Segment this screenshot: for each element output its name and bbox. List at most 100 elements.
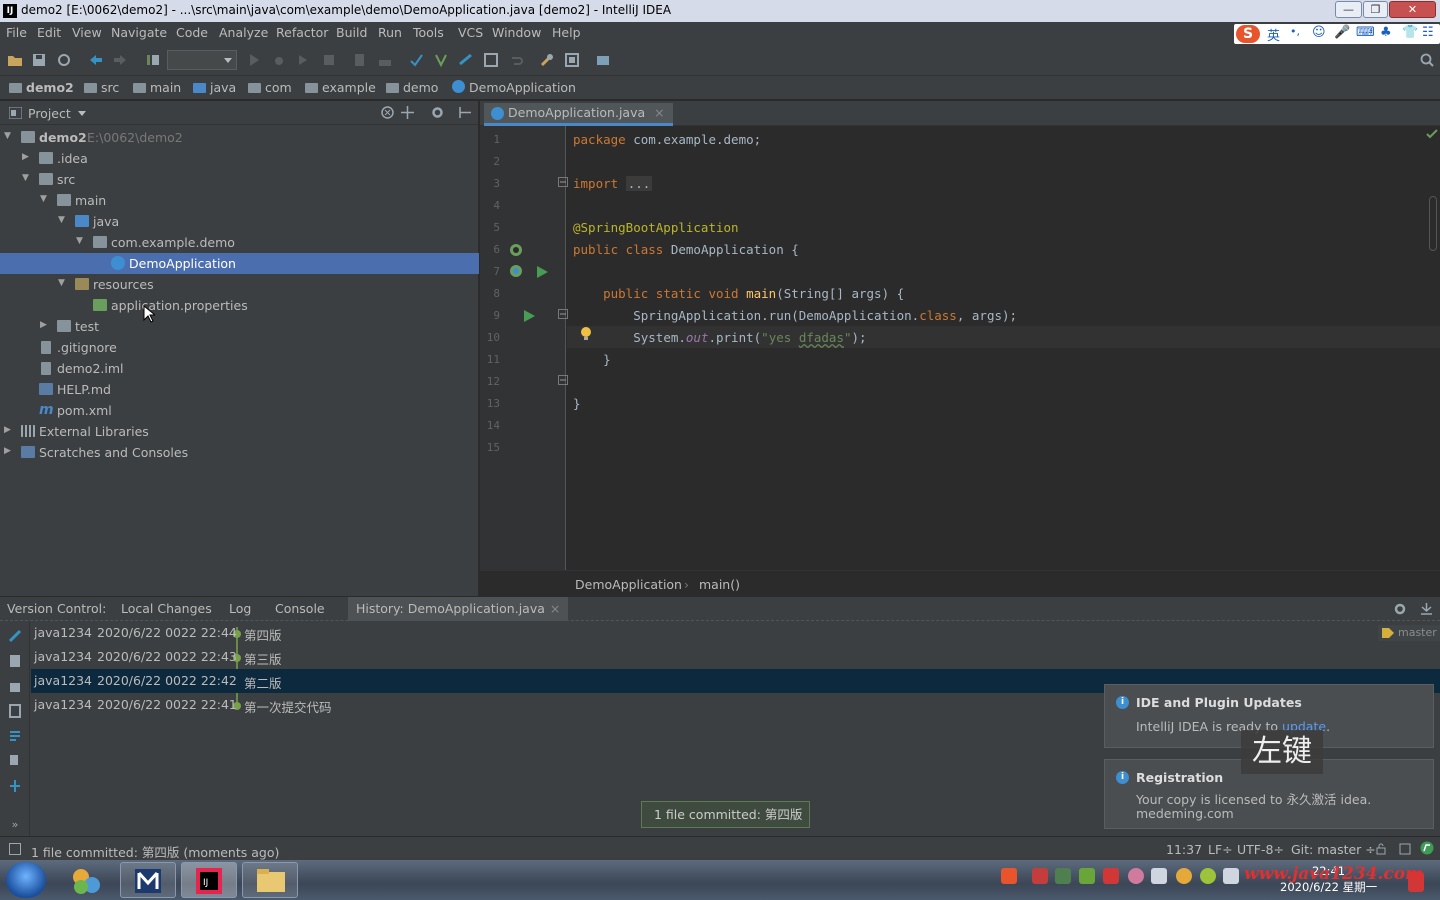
debug-icon[interactable] (271, 52, 287, 68)
tray-app-icon[interactable] (1103, 868, 1119, 884)
show-diff-icon[interactable] (9, 654, 21, 668)
menu-window[interactable]: Window (492, 25, 541, 40)
menu-file[interactable]: File (6, 25, 27, 40)
scroll-from-source-icon[interactable] (401, 106, 414, 119)
expanded-arrow-icon[interactable]: ▼ (76, 236, 83, 246)
open-folder-icon[interactable] (7, 52, 23, 68)
code-line-1[interactable]: package com.example.demo; (573, 132, 761, 147)
history-row[interactable]: java1234 2020/6/22 0022 22:43 第三版 (31, 645, 1440, 669)
tree-item-demo2[interactable]: ▼ demo2 E:\0062\demo2 (0, 127, 479, 148)
expanded-arrow-icon[interactable]: ▼ (58, 278, 65, 288)
tray-ime-icon[interactable] (1032, 868, 1048, 884)
crumb-com[interactable]: com (248, 80, 292, 95)
vcs-update-icon[interactable] (408, 52, 424, 68)
run-main-gutter-icon[interactable] (522, 309, 536, 323)
refresh-icon[interactable] (8, 629, 22, 643)
back-icon[interactable] (88, 52, 104, 68)
vcs-push-icon[interactable] (458, 52, 474, 68)
menu-navigate[interactable]: Navigate (111, 25, 167, 40)
code-line-14[interactable]: } (573, 396, 581, 411)
line-separator[interactable]: LF÷ (1208, 842, 1233, 857)
tray-network-icon[interactable] (1151, 868, 1167, 884)
ime-lang-toggle[interactable]: 英 (1267, 25, 1280, 44)
collapsed-arrow-icon[interactable]: ▶ (22, 152, 29, 162)
tab-log[interactable]: Log (229, 601, 251, 616)
copy-revision-icon[interactable] (9, 754, 21, 768)
code-line-10[interactable]: SpringApplication.run(DemoApplication.cl… (573, 308, 1017, 323)
tree-item-package[interactable]: ▼ com.example.demo (0, 232, 479, 253)
fold-icon[interactable] (558, 309, 568, 319)
tab-console[interactable]: Console (275, 601, 325, 616)
project-structure-icon[interactable] (377, 52, 393, 68)
vcs-revert-icon[interactable] (508, 52, 524, 68)
crumb-java[interactable]: java (193, 80, 236, 95)
code-line-11[interactable]: System.out.print("yes dfadas"); (573, 330, 866, 345)
vcs-commit-icon[interactable] (433, 52, 449, 68)
minimize-button[interactable]: — (1335, 1, 1362, 18)
inspection-ok-icon[interactable] (1426, 129, 1438, 139)
ime-toolbar[interactable]: S 英 •, ☺ 🎤 ⌨ ♣ 👕 ☷ (1234, 24, 1440, 44)
spring-bean-gutter-icon[interactable] (509, 243, 523, 257)
expanded-arrow-icon[interactable]: ▼ (40, 194, 47, 204)
task-app-explorer[interactable] (242, 862, 298, 898)
crumb-demoapplication[interactable]: DemoApplication (452, 80, 576, 95)
collapsed-arrow-icon[interactable]: ▶ (4, 425, 11, 435)
tree-item-demoapplication[interactable]: DemoApplication (0, 253, 479, 274)
tray-green-icon[interactable] (1200, 868, 1216, 884)
tree-item-pom-xml[interactable]: m pom.xml (0, 400, 479, 421)
settings-wrench-icon[interactable] (539, 52, 555, 68)
sync-icon[interactable] (56, 52, 72, 68)
crumb-example[interactable]: example (305, 80, 376, 95)
windows-start-button[interactable] (6, 862, 46, 898)
fold-icon[interactable] (558, 177, 568, 187)
editor-scrollbar[interactable] (1429, 196, 1437, 251)
menu-code[interactable]: Code (176, 25, 208, 40)
folded-imports[interactable]: ... (625, 176, 653, 191)
tray-update-icon[interactable] (1176, 868, 1192, 884)
crumb-main[interactable]: main (133, 80, 181, 95)
tab-demoapplication-java[interactable]: DemoApplication.java × (484, 103, 673, 126)
revert-icon[interactable] (9, 704, 21, 718)
run-icon[interactable] (246, 52, 262, 68)
tab-local-changes[interactable]: Local Changes (121, 601, 212, 616)
sogou-logo-icon[interactable]: S (1236, 25, 1260, 43)
chevron-down-icon[interactable] (78, 111, 86, 116)
vcs-history-icon[interactable] (483, 52, 499, 68)
tree-item-test[interactable]: ▶ test (0, 316, 479, 337)
sdk-icon[interactable] (595, 52, 611, 68)
tree-item-src[interactable]: ▼ src (0, 169, 479, 190)
collapsed-arrow-icon[interactable]: ▶ (4, 446, 11, 456)
tree-item-idea[interactable]: ▶ .idea (0, 148, 479, 169)
run-class-gutter-icon[interactable] (535, 265, 549, 279)
crumb-demo2[interactable]: demo2 (9, 80, 74, 95)
crumb-class[interactable]: DemoApplication (575, 577, 682, 592)
create-patch-icon[interactable] (9, 779, 21, 793)
compare-icon[interactable] (9, 679, 21, 693)
code-line-3[interactable]: import ... (573, 176, 653, 191)
expanded-arrow-icon[interactable]: ▼ (22, 173, 29, 183)
tree-item-scratches[interactable]: ▶ Scratches and Consoles (0, 442, 479, 463)
commit-balloon[interactable]: 1 file committed: 第四版 (641, 801, 811, 828)
tree-item-gitignore[interactable]: .gitignore (0, 337, 479, 358)
tree-item-demo2-iml[interactable]: demo2.iml (0, 358, 479, 379)
crumb-demo[interactable]: demo (386, 80, 438, 95)
expanded-arrow-icon[interactable]: ▼ (58, 215, 65, 225)
ime-menu-icon[interactable]: ☷ (1422, 25, 1434, 40)
hide-panel-icon[interactable] (459, 106, 472, 119)
inspector-icon[interactable] (1398, 842, 1412, 856)
build-icon[interactable] (145, 52, 161, 68)
menu-run[interactable]: Run (378, 25, 402, 40)
ime-tools-icon[interactable]: ♣ (1380, 25, 1392, 40)
ime-voice-icon[interactable]: 🎤 (1334, 25, 1350, 40)
menu-refactor[interactable]: Refactor (276, 25, 328, 40)
hide-panel-icon[interactable] (1420, 602, 1433, 615)
save-all-icon[interactable] (31, 52, 47, 68)
tray-shield-icon[interactable] (1055, 868, 1071, 884)
task-app-intellij[interactable]: IJ (181, 862, 237, 898)
maximize-button[interactable]: ❐ (1363, 1, 1388, 18)
crumb-method[interactable]: main() (699, 577, 740, 592)
event-log-icon[interactable] (1420, 841, 1435, 856)
more-actions-icon[interactable]: » (9, 818, 21, 832)
expanded-arrow-icon[interactable]: ▼ (4, 131, 11, 141)
code-line-12[interactable]: } (573, 352, 611, 367)
